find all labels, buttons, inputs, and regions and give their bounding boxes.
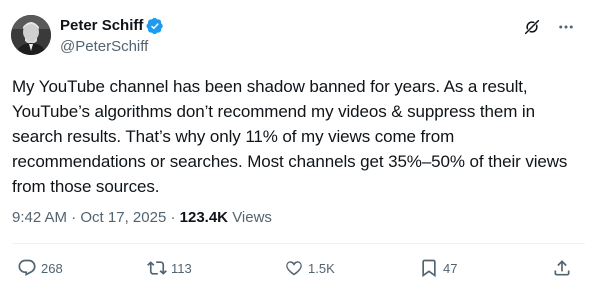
heart-icon <box>286 261 302 276</box>
reply-button[interactable]: 268 <box>17 258 63 278</box>
meta-separator: · <box>170 209 176 226</box>
like-button[interactable]: 1.5K <box>284 258 335 278</box>
engagement-bar: 268 113 1.5K 47 <box>0 258 597 282</box>
author-display-name[interactable]: Peter Schiff <box>60 16 143 36</box>
tweet-top-actions <box>523 18 575 36</box>
divider <box>12 243 585 244</box>
share-icon <box>554 260 570 276</box>
meta-separator: · <box>71 209 77 226</box>
tweet-date[interactable]: Oct 17, 2025 <box>80 209 166 226</box>
repost-button[interactable]: 113 <box>147 258 192 278</box>
tweet-meta: 9:42 AM · Oct 17, 2025 · 123.4K Views <box>12 208 272 228</box>
repost-icon <box>147 261 167 275</box>
repost-count: 113 <box>171 260 192 276</box>
grok-icon[interactable] <box>523 18 541 36</box>
tweet-card: Peter Schiff @PeterSchiff My YouTube cha… <box>0 0 597 290</box>
avatar[interactable] <box>11 15 51 55</box>
bookmark-icon <box>422 259 436 278</box>
avatar-image <box>11 15 51 55</box>
more-horizontal-icon[interactable] <box>557 18 575 36</box>
bookmark-count: 47 <box>443 260 458 276</box>
views-label: Views <box>232 209 272 226</box>
verified-badge-icon[interactable] <box>146 17 164 35</box>
author-handle[interactable]: @PeterSchiff <box>60 37 148 57</box>
author-name-row: Peter Schiff <box>60 16 164 36</box>
reply-icon <box>18 259 36 276</box>
reply-count: 268 <box>41 260 63 276</box>
views-count: 123.4K <box>179 209 229 226</box>
share-button[interactable] <box>552 258 572 278</box>
bookmark-button[interactable]: 47 <box>419 258 457 278</box>
tweet-time[interactable]: 9:42 AM <box>12 209 67 226</box>
tweet-text: My YouTube channel has been shadow banne… <box>12 77 568 196</box>
like-count: 1.5K <box>308 260 335 276</box>
